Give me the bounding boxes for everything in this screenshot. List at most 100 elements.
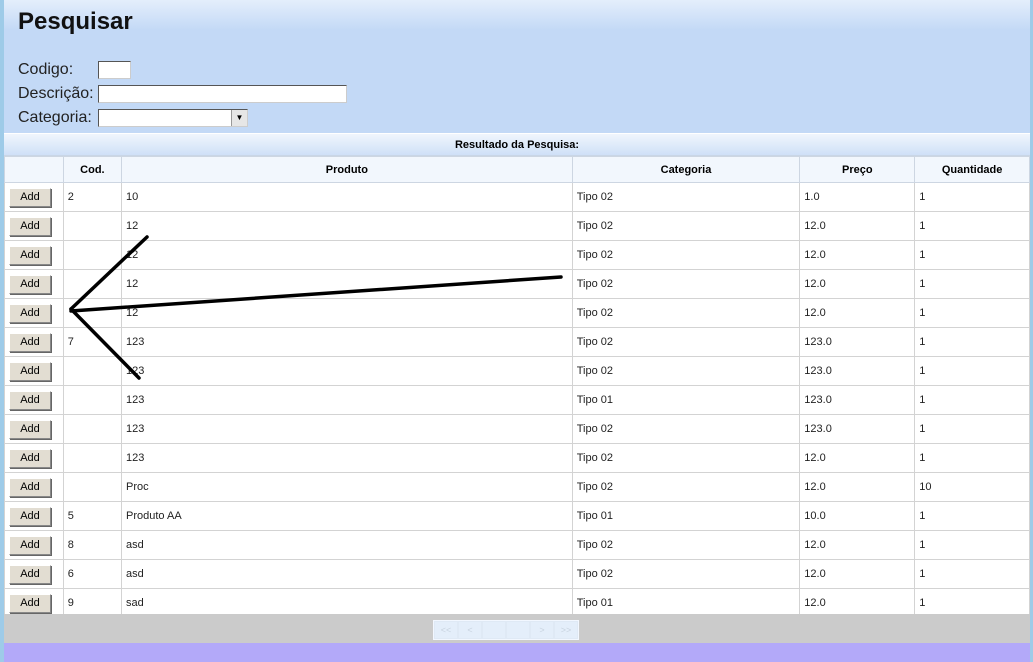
add-button[interactable]: Add xyxy=(9,390,51,410)
quantidade-cell: 1 xyxy=(914,559,1030,589)
add-button[interactable]: Add xyxy=(9,506,51,526)
table-row: Add 8 asd Tipo 02 12.0 1 xyxy=(4,530,1030,560)
table-row: Add 12 Tipo 02 12.0 1 xyxy=(4,298,1030,328)
produto-cell: 12 xyxy=(121,298,573,328)
add-cell: Add xyxy=(4,327,64,357)
categoria-cell: Tipo 01 xyxy=(571,501,801,531)
add-cell: Add xyxy=(4,298,64,328)
page-number xyxy=(482,621,506,639)
add-button[interactable]: Add xyxy=(9,274,51,294)
categoria-cell: Tipo 02 xyxy=(571,327,801,357)
pager: << < > >> xyxy=(4,614,1030,643)
produto-cell: 12 xyxy=(121,269,573,299)
add-cell: Add xyxy=(4,356,64,386)
produto-cell: 123 xyxy=(121,327,573,357)
cod-cell xyxy=(62,240,123,270)
quantidade-cell: 1 xyxy=(914,414,1030,444)
add-button[interactable]: Add xyxy=(9,216,51,236)
categoria-cell: Tipo 02 xyxy=(571,269,801,299)
produto-cell: 10 xyxy=(121,182,573,212)
codigo-input[interactable] xyxy=(98,61,131,79)
cod-cell: 8 xyxy=(62,530,123,560)
search-panel: Pesquisar Codigo: Descrição: Categoria: … xyxy=(4,0,1030,133)
cod-cell: 7 xyxy=(62,327,123,357)
cod-cell xyxy=(62,211,123,241)
results-table: Cod. Produto Categoria Preço Quantidade Add 2… xyxy=(4,156,1030,618)
produto-cell: asd xyxy=(121,559,573,589)
table-row: Add 12 Tipo 02 12.0 1 xyxy=(4,240,1030,270)
produto-cell: Produto AA xyxy=(121,501,573,531)
categoria-cell: Tipo 02 xyxy=(571,182,801,212)
preco-cell: 12.0 xyxy=(799,269,916,299)
preco-cell: 10.0 xyxy=(799,501,916,531)
column-header: Cod. xyxy=(62,156,123,183)
produto-cell: Proc xyxy=(121,472,573,502)
preco-cell: 12.0 xyxy=(799,298,916,328)
add-button[interactable]: Add xyxy=(9,332,51,352)
preco-cell: 123.0 xyxy=(799,385,916,415)
categoria-cell: Tipo 02 xyxy=(571,443,801,473)
table-row: Add 123 Tipo 02 123.0 1 xyxy=(4,414,1030,444)
add-button[interactable]: Add xyxy=(9,593,51,613)
add-button[interactable]: Add xyxy=(9,477,51,497)
categoria-select[interactable]: ▼ xyxy=(98,109,248,127)
quantidade-cell: 1 xyxy=(914,501,1030,531)
add-button[interactable]: Add xyxy=(9,535,51,555)
table-row: Add 123 Tipo 02 123.0 1 xyxy=(4,356,1030,386)
categoria-cell: Tipo 02 xyxy=(571,356,801,386)
add-cell: Add xyxy=(4,443,64,473)
categoria-cell: Tipo 02 xyxy=(571,414,801,444)
column-header: Categoria xyxy=(571,156,801,183)
preco-cell: 12.0 xyxy=(799,443,916,473)
quantidade-cell: 1 xyxy=(914,269,1030,299)
cod-cell: 6 xyxy=(62,559,123,589)
preco-cell: 12.0 xyxy=(799,472,916,502)
chevron-down-icon[interactable]: ▼ xyxy=(231,110,247,126)
categoria-cell: Tipo 02 xyxy=(571,240,801,270)
cod-cell xyxy=(62,414,123,444)
table-row: Add 123 Tipo 02 12.0 1 xyxy=(4,443,1030,473)
quantidade-cell: 1 xyxy=(914,327,1030,357)
column-header: Preço xyxy=(799,156,916,183)
quantidade-cell: 1 xyxy=(914,182,1030,212)
preco-cell: 12.0 xyxy=(799,530,916,560)
prev-page-button[interactable]: < xyxy=(458,621,482,639)
produto-cell: 123 xyxy=(121,385,573,415)
add-cell: Add xyxy=(4,385,64,415)
column-header xyxy=(4,156,64,183)
descricao-input[interactable] xyxy=(98,85,347,103)
preco-cell: 123.0 xyxy=(799,414,916,444)
quantidade-cell: 1 xyxy=(914,211,1030,241)
add-button[interactable]: Add xyxy=(9,448,51,468)
table-row: Add 5 Produto AA Tipo 01 10.0 1 xyxy=(4,501,1030,531)
add-button[interactable]: Add xyxy=(9,564,51,584)
next-page-button[interactable]: > xyxy=(530,621,554,639)
footer-bar xyxy=(4,643,1030,662)
add-cell: Add xyxy=(4,182,64,212)
categoria-cell: Tipo 01 xyxy=(571,385,801,415)
last-page-button[interactable]: >> xyxy=(554,621,578,639)
produto-cell: asd xyxy=(121,530,573,560)
cod-cell xyxy=(62,385,123,415)
first-page-button[interactable]: << xyxy=(434,621,458,639)
cod-cell: 5 xyxy=(62,501,123,531)
descricao-label: Descrição: xyxy=(18,85,94,102)
cod-cell xyxy=(62,443,123,473)
results-title: Resultado da Pesquisa: xyxy=(4,134,1030,156)
produto-cell: 12 xyxy=(121,211,573,241)
quantidade-cell: 1 xyxy=(914,385,1030,415)
produto-cell: 123 xyxy=(121,414,573,444)
table-row: Add 123 Tipo 01 123.0 1 xyxy=(4,385,1030,415)
add-cell: Add xyxy=(4,240,64,270)
add-button[interactable]: Add xyxy=(9,419,51,439)
add-button[interactable]: Add xyxy=(9,361,51,381)
quantidade-cell: 1 xyxy=(914,298,1030,328)
add-button[interactable]: Add xyxy=(9,303,51,323)
add-cell: Add xyxy=(4,269,64,299)
add-button[interactable]: Add xyxy=(9,187,51,207)
add-button[interactable]: Add xyxy=(9,245,51,265)
cod-cell xyxy=(62,269,123,299)
table-row: Add 6 asd Tipo 02 12.0 1 xyxy=(4,559,1030,589)
page-title: Pesquisar xyxy=(18,8,133,35)
table-row: Add 7 123 Tipo 02 123.0 1 xyxy=(4,327,1030,357)
